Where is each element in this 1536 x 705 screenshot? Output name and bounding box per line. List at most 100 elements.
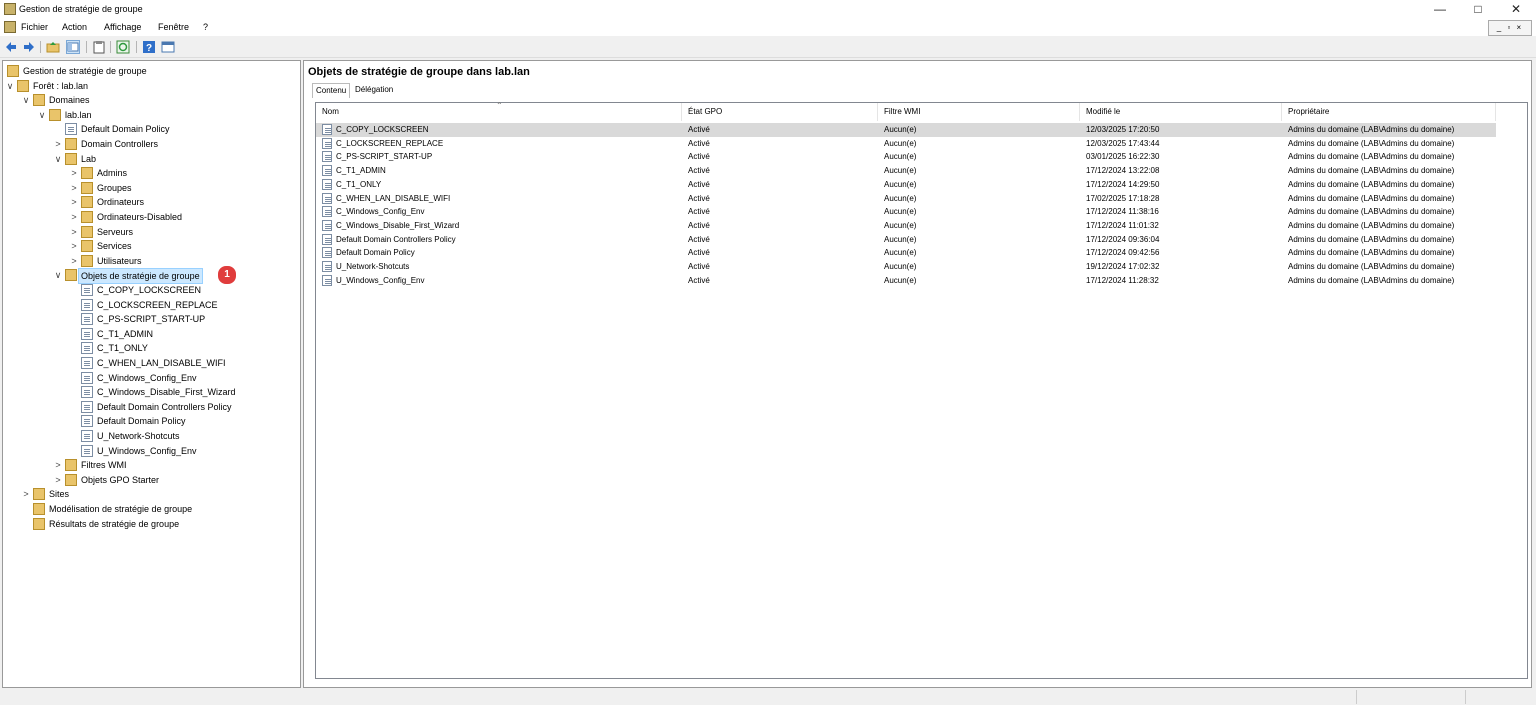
domain-icon (49, 108, 61, 121)
cell-filtre-wmi: Aucun(e) (884, 275, 917, 285)
cell-etat-gpo: Activé (688, 179, 710, 189)
gpo-link-icon (65, 123, 77, 136)
cell-etat-gpo: Activé (688, 248, 710, 258)
tab-delegation[interactable]: Délégation (352, 83, 396, 97)
tree-node-label: Objets GPO Starter (81, 474, 160, 485)
menu-help[interactable]: ? (203, 22, 208, 32)
table-row[interactable]: Default Domain Controllers Policy Activé A… (316, 233, 1496, 247)
column-header-filtre-wmi[interactable]: Filtre WMI (878, 103, 1080, 121)
gpo-icon (81, 371, 93, 384)
cell-modifie-le: 17/12/2024 11:28:32 (1086, 275, 1159, 285)
cell-filtre-wmi: Aucun(e) (884, 179, 917, 189)
toolbar-separator (136, 41, 137, 53)
table-row[interactable]: C_Windows_Disable_First_Wizard Activé Aucu… (316, 219, 1496, 233)
table-row[interactable]: C_COPY_LOCKSCREEN Activé Aucun(e) 12/03/202… (316, 123, 1496, 137)
gpo-icon (322, 124, 332, 135)
cell-nom: U_Windows_Config_Env (336, 275, 425, 285)
refresh-icon[interactable] (116, 40, 130, 54)
forward-icon[interactable] (22, 40, 36, 54)
ou-icon (81, 167, 93, 180)
tree-node-label: C_COPY_LOCKSCREEN (97, 285, 202, 295)
close-button[interactable]: ✕ (1496, 0, 1536, 19)
table-row[interactable]: Default Domain Policy Activé Aucun(e) 17/12… (316, 246, 1496, 260)
cell-filtre-wmi: Aucun(e) (884, 166, 917, 176)
chevron-right-icon[interactable]: > (69, 195, 79, 209)
chevron-right-icon[interactable]: > (69, 210, 79, 224)
chevron-right-icon[interactable]: > (53, 473, 63, 487)
table-row[interactable]: C_WHEN_LAN_DISABLE_WIFI Activé Aucun(e) 17/… (316, 192, 1496, 206)
chevron-down-icon[interactable]: ∨ (21, 93, 31, 107)
ou-icon (81, 181, 93, 194)
cell-filtre-wmi: Aucun(e) (884, 125, 917, 134)
gpo-icon (81, 284, 93, 296)
cell-proprietaire: Admins du domaine (LAB\Admins du domaine… (1288, 207, 1455, 217)
column-header-proprietaire[interactable]: Propriétaire (1282, 103, 1496, 121)
details-pane: Objets de stratégie de groupe dans lab.l… (303, 60, 1532, 688)
gpo-icon (322, 178, 332, 190)
tab-contenu[interactable]: Contenu (312, 83, 351, 98)
tree-node-label: C_Windows_Disable_First_Wizard (97, 387, 236, 398)
cell-modifie-le: 17/12/2024 13:22:08 (1086, 166, 1160, 176)
menu-affichage[interactable]: Affichage (104, 22, 141, 32)
back-icon[interactable] (4, 40, 18, 54)
properties-icon[interactable] (92, 40, 106, 54)
menu-fenetre[interactable]: Fenêtre (158, 22, 189, 32)
cell-modifie-le: 17/12/2024 09:42:56 (1086, 248, 1160, 258)
show-tree-icon[interactable] (66, 40, 80, 54)
chevron-right-icon[interactable]: > (69, 181, 79, 195)
table-row[interactable]: U_Network-Shotcuts Activé Aucun(e) 19/12/20… (316, 260, 1496, 274)
tree-node-label: C_T1_ADMIN (97, 328, 154, 339)
cell-nom: C_Windows_Disable_First_Wizard (336, 220, 460, 230)
table-row[interactable]: C_T1_ONLY Activé Aucun(e) 17/12/2024 14:29:… (316, 178, 1496, 192)
tree-node-label: Gestion de stratégie de groupe (23, 66, 147, 76)
domains-icon (33, 94, 45, 107)
chevron-down-icon[interactable]: ∨ (53, 152, 63, 166)
chevron-down-icon[interactable]: ∨ (37, 108, 47, 122)
tree-node-label: C_PS-SCRIPT_START-UP (97, 314, 206, 325)
help-icon[interactable]: ? (142, 40, 156, 54)
ou-icon (81, 225, 93, 238)
column-header-etat-gpo[interactable]: État GPO (682, 103, 878, 121)
console-icon[interactable] (161, 40, 175, 54)
chevron-right-icon[interactable]: > (53, 458, 63, 472)
sort-asc-icon: ⌃ (496, 101, 503, 110)
cell-modifie-le: 17/12/2024 14:29:50 (1086, 179, 1160, 189)
chevron-right-icon[interactable]: > (69, 239, 79, 253)
table-row[interactable]: U_Windows_Config_Env Activé Aucun(e) 17/12/… (316, 274, 1496, 288)
chevron-right-icon[interactable]: > (21, 487, 31, 501)
gpo-list[interactable]: Nom ⌃ État GPO Filtre WMI Modifié le Pro… (315, 101, 1528, 679)
sites-icon (33, 488, 45, 501)
console-tree[interactable]: Gestion de stratégie de groupe ∨ Forêt : l… (2, 60, 301, 688)
column-header-modifie-le[interactable]: Modifié le (1080, 103, 1282, 121)
minimize-button[interactable]: — (1420, 0, 1460, 19)
gpo-icon (322, 219, 332, 231)
chevron-down-icon[interactable]: ∨ (5, 79, 15, 93)
table-row[interactable]: C_LOCKSCREEN_REPLACE Activé Aucun(e) 12/03/… (316, 137, 1496, 151)
column-header-nom[interactable]: Nom ⌃ (316, 101, 682, 121)
chevron-right-icon[interactable]: > (53, 137, 63, 151)
gpo-folder-icon (65, 269, 77, 282)
starter-folder-icon (65, 473, 77, 486)
maximize-button[interactable]: □ (1458, 0, 1498, 19)
cell-proprietaire: Admins du domaine (LAB\Admins du domaine… (1288, 193, 1455, 203)
table-row[interactable]: C_Windows_Config_Env Activé Aucun(e) 17/12/… (316, 205, 1496, 219)
mdi-window-controls[interactable]: _ ▫ × (1488, 20, 1532, 36)
table-row[interactable]: C_T1_ADMIN Activé Aucun(e) 17/12/2024 13:22… (316, 164, 1496, 178)
tree-node-label: Domain Controllers (81, 139, 159, 149)
cell-proprietaire: Admins du domaine (LAB\Admins du domaine… (1288, 166, 1455, 176)
menu-bar: Fichier Action Affichage Fenêtre ? _ ▫ × (0, 19, 1536, 36)
cell-modifie-le: 19/12/2024 17:02:32 (1086, 262, 1160, 271)
menu-action[interactable]: Action (62, 22, 87, 32)
chevron-right-icon[interactable]: > (69, 166, 79, 180)
up-folder-icon[interactable] (46, 40, 60, 54)
tree-node-label: Ordinateurs (97, 197, 145, 208)
chevron-down-icon[interactable]: ∨ (53, 268, 63, 282)
cell-proprietaire: Admins du domaine (LAB\Admins du domaine… (1288, 220, 1455, 230)
ou-icon (65, 138, 77, 150)
chevron-right-icon[interactable]: > (69, 254, 79, 268)
console-menu-icon[interactable] (4, 21, 16, 33)
menu-fichier[interactable]: Fichier (21, 22, 48, 32)
gpo-icon (81, 342, 93, 355)
table-row[interactable]: C_PS-SCRIPT_START-UP Activé Aucun(e) 03/01/… (316, 150, 1496, 164)
chevron-right-icon[interactable]: > (69, 225, 79, 239)
